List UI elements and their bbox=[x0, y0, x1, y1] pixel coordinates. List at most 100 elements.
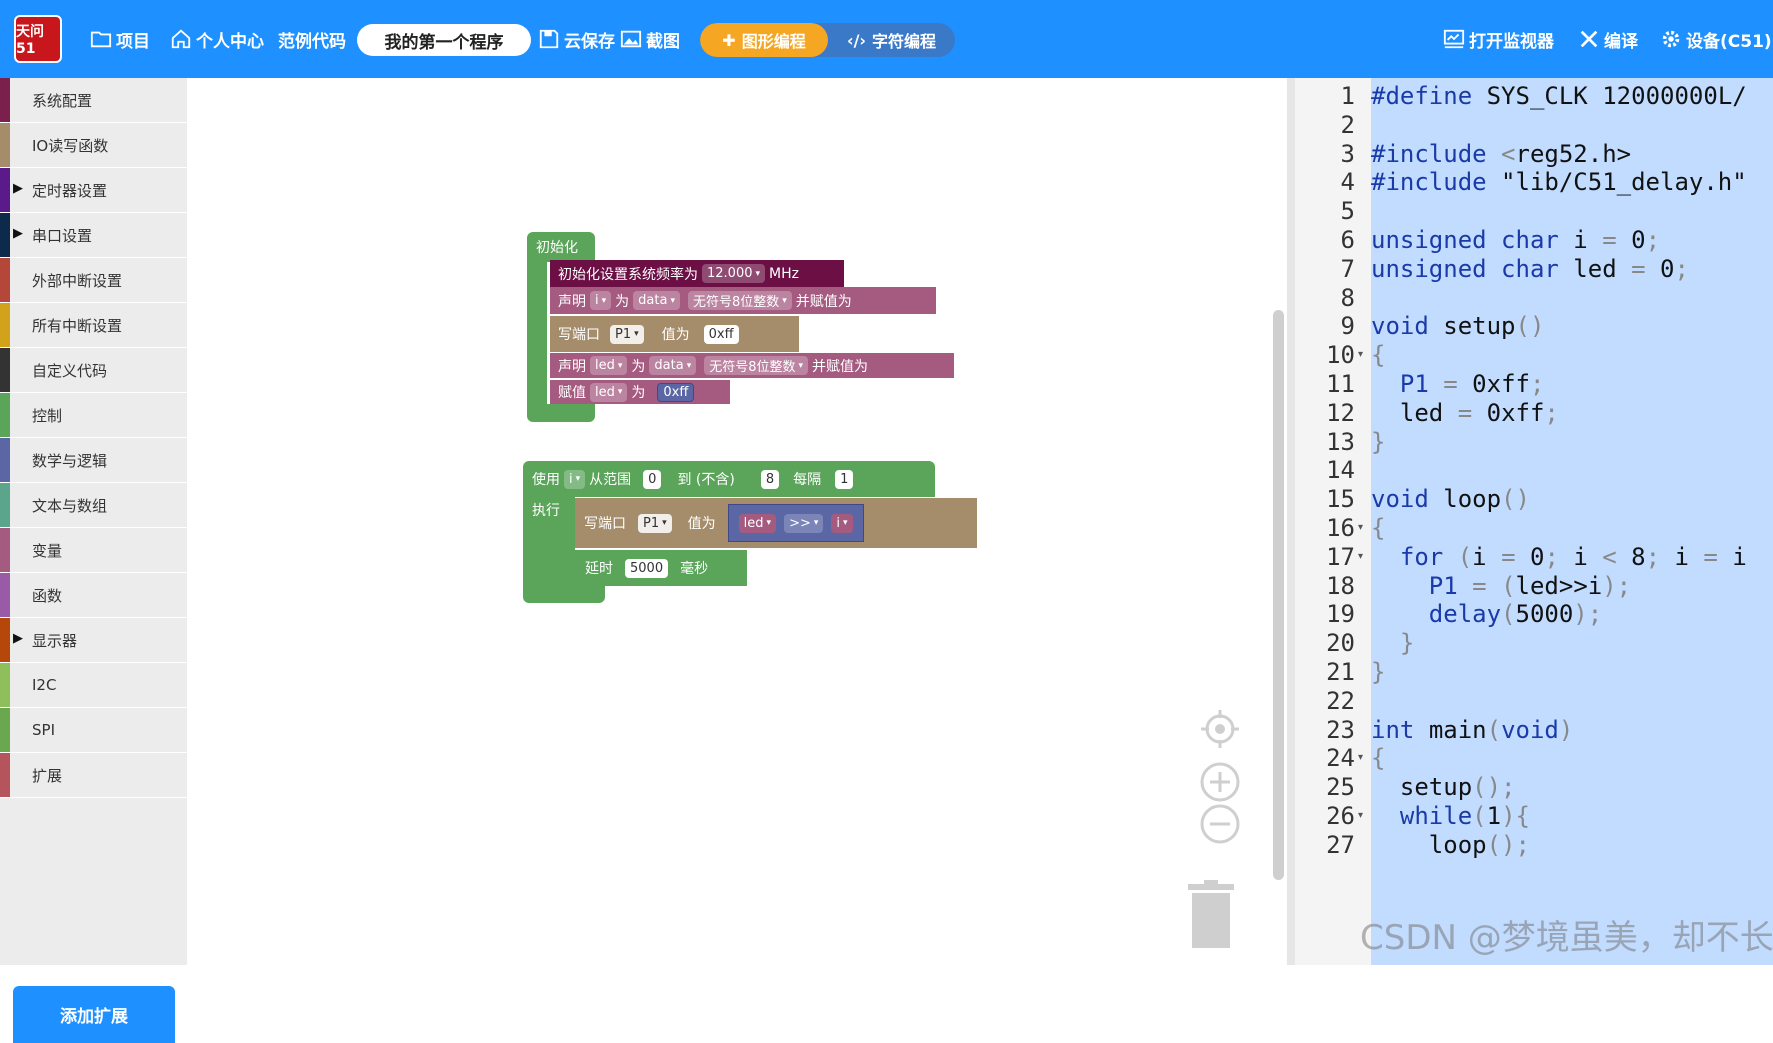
code-line[interactable]: void setup() bbox=[1371, 310, 1544, 342]
workspace-scrollbar[interactable] bbox=[1273, 310, 1284, 880]
sidebar-item-10[interactable]: 变量 bbox=[0, 528, 187, 573]
recenter-icon[interactable] bbox=[1199, 708, 1241, 750]
sidebar-item-12[interactable]: ▶ 显示器 bbox=[0, 618, 187, 663]
hex-value-field[interactable]: 0xff bbox=[657, 382, 695, 402]
port-dropdown[interactable]: P1 bbox=[610, 324, 644, 344]
sidebar-item-7[interactable]: 控制 bbox=[0, 393, 187, 438]
code-line[interactable]: P1 = 0xff; bbox=[1371, 368, 1545, 400]
sidebar-item-14[interactable]: SPI bbox=[0, 708, 187, 753]
sidebar-item-15[interactable]: 扩展 bbox=[0, 753, 187, 798]
zoom-in-icon[interactable] bbox=[1199, 761, 1241, 803]
type-dropdown[interactable]: 无符号8位整数 bbox=[704, 356, 809, 375]
delay-value-field[interactable]: 5000 bbox=[625, 558, 669, 578]
sidebar-item-0[interactable]: 系统配置 bbox=[0, 78, 187, 123]
code-line[interactable]: loop(); bbox=[1371, 829, 1530, 861]
fold-toggle-icon[interactable]: ▾ bbox=[1358, 541, 1363, 573]
write-port-block[interactable]: 写端口 P1 值为 0xff bbox=[550, 316, 799, 352]
assign-led-block[interactable]: 赋值 led 为 0xff bbox=[550, 380, 730, 404]
sidebar-item-label: 控制 bbox=[32, 406, 63, 425]
code-line[interactable]: delay(5000); bbox=[1371, 598, 1602, 630]
project-label: 项目 bbox=[116, 31, 150, 52]
compile-button[interactable]: 编译 bbox=[1578, 26, 1638, 52]
open-monitor-button[interactable]: 打开监视器 bbox=[1443, 26, 1554, 52]
watermark: CSDN @梦境虽美，却不长 bbox=[1360, 918, 1773, 958]
code-line[interactable]: while(1){ bbox=[1371, 800, 1530, 832]
hex-value-field[interactable]: 0xff bbox=[703, 324, 739, 344]
code-line[interactable]: int main(void) bbox=[1371, 714, 1573, 746]
graphic-mode-tab[interactable]: ✚ 图形编程 bbox=[700, 23, 828, 57]
sidebar-item-11[interactable]: 函数 bbox=[0, 573, 187, 618]
for-loop-header[interactable]: 使用 i 从范围 0 到 (不含) 8 每隔 1 bbox=[523, 461, 935, 497]
sidebar-item-13[interactable]: I2C bbox=[0, 663, 187, 708]
port-dropdown[interactable]: P1 bbox=[638, 513, 672, 533]
sysclk-block[interactable]: 初始化设置系统频率为 12.000 MHz bbox=[550, 260, 844, 287]
loop-var-dropdown[interactable]: i bbox=[564, 469, 586, 489]
var-led-dropdown[interactable]: led bbox=[590, 382, 628, 402]
sidebar-item-2[interactable]: ▶ 定时器设置 bbox=[0, 168, 187, 213]
range-start-field[interactable]: 0 bbox=[643, 469, 662, 489]
var-i-dropdown[interactable]: i bbox=[590, 291, 612, 310]
fold-toggle-icon[interactable]: ▾ bbox=[1358, 339, 1363, 371]
fold-toggle-icon[interactable]: ▾ bbox=[1358, 742, 1363, 774]
delay-label: 延时 bbox=[585, 561, 613, 577]
type-dropdown[interactable]: 无符号8位整数 bbox=[687, 291, 792, 310]
delay-block[interactable]: 延时 5000 毫秒 bbox=[575, 550, 747, 586]
fold-toggle-icon[interactable]: ▾ bbox=[1358, 512, 1363, 544]
data-dropdown[interactable]: data bbox=[633, 291, 680, 310]
data-dropdown[interactable]: data bbox=[649, 356, 697, 375]
code-line[interactable]: for (i = 0; i < 8; i = i bbox=[1371, 541, 1747, 573]
examples-link[interactable]: 范例代码 bbox=[278, 26, 346, 52]
code-line[interactable]: } bbox=[1371, 426, 1385, 458]
expand-arrow-icon[interactable]: ▶ bbox=[13, 631, 23, 646]
code-line[interactable]: P1 = (led>>i); bbox=[1371, 570, 1631, 602]
sidebar-item-label: 数学与逻辑 bbox=[32, 451, 108, 470]
fold-toggle-icon[interactable]: ▾ bbox=[1358, 800, 1363, 832]
step-field[interactable]: 1 bbox=[835, 469, 854, 489]
code-line[interactable]: unsigned char led = 0; bbox=[1371, 253, 1689, 285]
zoom-out-icon[interactable] bbox=[1199, 803, 1241, 845]
text-mode-tab[interactable]: ‹/› 字符编程 bbox=[828, 23, 955, 57]
shift-operator-dropdown[interactable]: >> bbox=[784, 513, 824, 533]
code-line[interactable]: led = 0xff; bbox=[1371, 397, 1559, 429]
code-line[interactable]: } bbox=[1371, 627, 1414, 659]
code-line[interactable]: setup(); bbox=[1371, 771, 1516, 803]
sidebar-item-1[interactable]: IO读写函数 bbox=[0, 123, 187, 168]
code-line[interactable]: #define SYS_CLK 12000000L/ bbox=[1371, 80, 1747, 112]
user-center-link[interactable]: 个人中心 bbox=[170, 26, 264, 52]
code-line[interactable]: } bbox=[1371, 656, 1385, 688]
trash-icon[interactable] bbox=[1188, 880, 1234, 950]
add-extension-button[interactable]: 添加扩展 bbox=[13, 986, 175, 1043]
sysclk-value[interactable]: 12.000 bbox=[702, 264, 766, 283]
sidebar-item-6[interactable]: 自定义代码 bbox=[0, 348, 187, 393]
var-led-dropdown[interactable]: led bbox=[590, 356, 628, 375]
cloud-save-button[interactable]: 云保存 bbox=[538, 26, 615, 52]
shift-right-var[interactable]: i bbox=[831, 513, 853, 533]
code-line[interactable]: { bbox=[1371, 339, 1385, 371]
code-editor[interactable]: 1 2 3 4 5 6 7 8 9 10 ▾ 11 12 13 14 15 16 ▾ 17 ▾ 18 19 20 21 22 23… bbox=[1295, 78, 1773, 965]
sidebar-item-9[interactable]: 文本与数组 bbox=[0, 483, 187, 528]
sidebar-item-8[interactable]: 数学与逻辑 bbox=[0, 438, 187, 483]
sidebar-item-4[interactable]: 外部中断设置 bbox=[0, 258, 187, 303]
declare-i-block[interactable]: 声明 i 为 data 无符号8位整数 并赋值为 bbox=[550, 287, 936, 314]
code-line[interactable]: { bbox=[1371, 512, 1385, 544]
device-button[interactable]: 设备(C51) bbox=[1660, 26, 1772, 52]
shift-expression[interactable]: led >> i bbox=[727, 504, 864, 542]
code-line[interactable]: unsigned char i = 0; bbox=[1371, 224, 1660, 256]
shift-left-var[interactable]: led bbox=[738, 513, 777, 533]
code-line[interactable]: { bbox=[1371, 742, 1385, 774]
code-line[interactable]: #include <reg52.h> bbox=[1371, 138, 1631, 170]
project-menu[interactable]: 项目 bbox=[90, 26, 150, 52]
screenshot-button[interactable]: 截图 bbox=[620, 26, 680, 52]
panel-divider[interactable] bbox=[1287, 78, 1295, 965]
code-area[interactable]: #define SYS_CLK 12000000L/ #include <reg5… bbox=[1371, 78, 1773, 965]
expand-arrow-icon[interactable]: ▶ bbox=[13, 226, 23, 241]
range-end-field[interactable]: 8 bbox=[760, 469, 780, 489]
sidebar-item-5[interactable]: 所有中断设置 bbox=[0, 303, 187, 348]
loop-write-port-block[interactable]: 写端口 P1 值为 led >> i bbox=[575, 498, 977, 548]
expand-arrow-icon[interactable]: ▶ bbox=[13, 181, 23, 196]
declare-led-block[interactable]: 声明 led 为 data 无符号8位整数 并赋值为 bbox=[550, 353, 954, 378]
code-line[interactable]: #include "lib/C51_delay.h" bbox=[1371, 166, 1747, 198]
program-name-field[interactable]: 我的第一个程序 bbox=[357, 24, 531, 56]
sidebar-item-3[interactable]: ▶ 串口设置 bbox=[0, 213, 187, 258]
code-line[interactable]: void loop() bbox=[1371, 483, 1530, 515]
